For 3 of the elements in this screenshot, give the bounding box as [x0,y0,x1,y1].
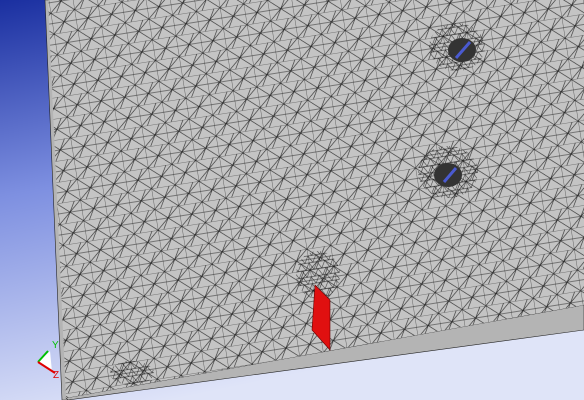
crack-surface [312,284,330,351]
axis-label: Z [53,370,60,381]
axis-label: Y [52,340,59,351]
